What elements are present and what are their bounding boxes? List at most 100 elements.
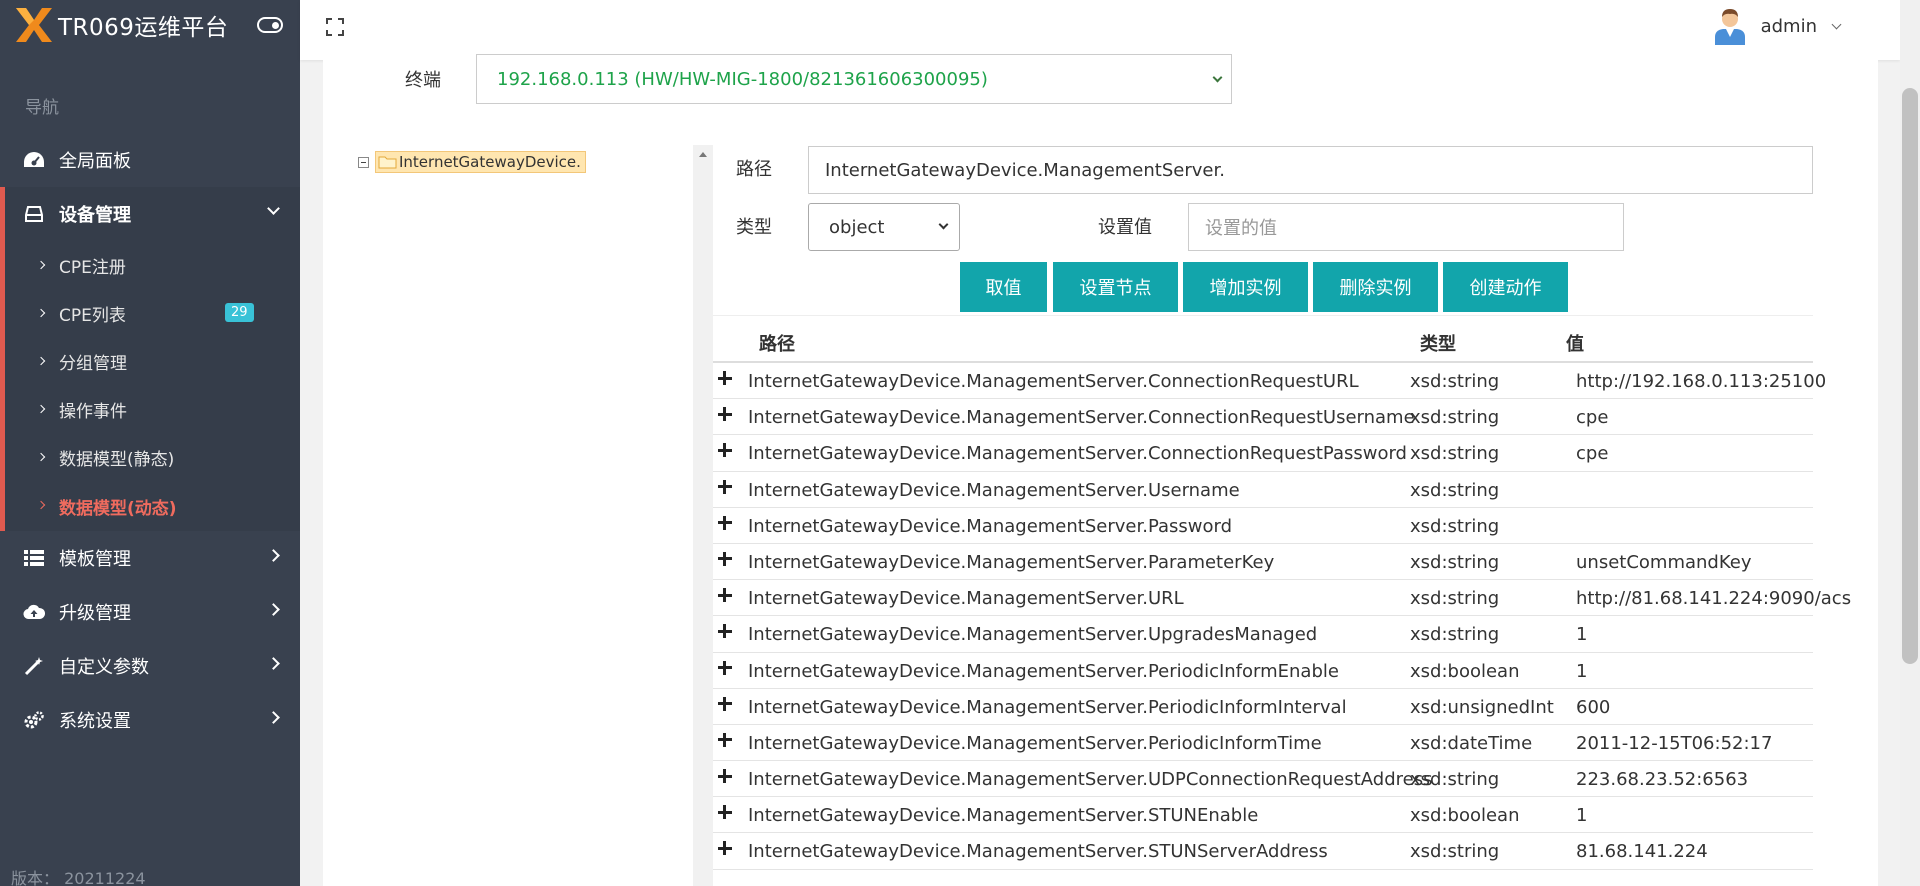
col-type: 类型	[1420, 334, 1456, 355]
cell-type: xsd:dateTime	[1410, 732, 1533, 754]
expand-plus-icon[interactable]	[718, 624, 732, 639]
expand-plus-icon[interactable]	[718, 371, 732, 385]
chevron-right-icon	[36, 404, 46, 414]
nav-item-system-settings[interactable]: 系统设置	[0, 693, 300, 747]
nav-item-device-mgmt[interactable]: 设备管理	[5, 187, 300, 241]
cell-value: 81.68.141.224	[1576, 841, 1708, 863]
nav-label-template-mgmt: 模板管理	[59, 549, 131, 570]
chevron-right-icon	[36, 452, 46, 462]
delete-instance-button[interactable]: 删除实例	[1313, 262, 1438, 312]
table-row[interactable]: InternetGatewayDevice.ManagementServer.C…	[713, 363, 1826, 400]
scroll-up-icon[interactable]	[699, 152, 707, 157]
tree-root[interactable]: InternetGatewayDevice.	[358, 151, 586, 173]
expand-plus-icon[interactable]	[718, 732, 732, 747]
type-select[interactable]: object	[808, 203, 960, 251]
setvalue-input[interactable]: 设置的值	[1188, 203, 1624, 251]
expand-plus-icon[interactable]	[718, 769, 732, 784]
table-row[interactable]: InternetGatewayDevice.ManagementServer.P…	[713, 653, 1813, 689]
expand-plus-icon[interactable]	[718, 443, 732, 458]
table-row[interactable]: InternetGatewayDevice.ManagementServer.P…	[713, 725, 1813, 762]
cell-type: xsd:string	[1410, 407, 1500, 429]
cell-path: InternetGatewayDevice.ManagementServer.U…	[748, 479, 1240, 501]
expand-plus-icon[interactable]	[718, 660, 732, 675]
cell-value: 1	[1576, 624, 1588, 646]
col-path: 路径	[759, 334, 795, 355]
expand-plus-icon[interactable]	[718, 588, 732, 603]
theme-toggle-icon[interactable]	[257, 17, 283, 33]
table-body: InternetGatewayDevice.ManagementServer.C…	[713, 363, 1851, 870]
cloud-upload-icon	[23, 601, 45, 623]
nav-header: 导航	[25, 98, 59, 118]
cell-path: InternetGatewayDevice.ManagementServer.U…	[748, 624, 1318, 646]
table-row[interactable]: InternetGatewayDevice.ManagementServer.U…	[713, 580, 1851, 617]
list-icon	[23, 547, 45, 569]
cell-path: InternetGatewayDevice.ManagementServer.C…	[748, 407, 1415, 429]
tree-node[interactable]: InternetGatewayDevice.	[375, 151, 586, 173]
sub-item-model-dynamic[interactable]: 数据模型(动态)	[5, 481, 300, 531]
cell-path: InternetGatewayDevice.ManagementServer.S…	[748, 805, 1259, 827]
version-number: 20211224	[64, 869, 146, 886]
table-row[interactable]: InternetGatewayDevice.ManagementServer.S…	[713, 833, 1813, 870]
table-row[interactable]: InternetGatewayDevice.ManagementServer.U…	[713, 761, 1813, 798]
nav-group-device: 设备管理 CPE注册 CPE列表 29 分组管理 操作事件 数据模型(静态) 数据…	[0, 187, 300, 531]
cell-value: http://192.168.0.113:25100	[1576, 371, 1827, 392]
table-row[interactable]: InternetGatewayDevice.ManagementServer.U…	[713, 616, 1813, 653]
topbar: admin	[300, 0, 1900, 60]
sub-item-model-static[interactable]: 数据模型(静态)	[5, 433, 300, 481]
table-row[interactable]: InternetGatewayDevice.ManagementServer.P…	[713, 544, 1813, 581]
get-value-button[interactable]: 取值	[960, 262, 1047, 312]
terminal-select[interactable]: 192.168.0.113 (HW/HW-MIG-1800/8213616063…	[476, 54, 1232, 104]
version-label: 版本：	[11, 869, 60, 886]
nav-label-upgrade-mgmt: 升级管理	[59, 603, 131, 624]
user-menu[interactable]: admin	[1713, 6, 1842, 46]
nav-item-upgrade-mgmt[interactable]: 升级管理	[0, 585, 300, 639]
table-row[interactable]: InternetGatewayDevice.ManagementServer.U…	[713, 472, 1813, 508]
table-row[interactable]: InternetGatewayDevice.ManagementServer.P…	[713, 508, 1813, 544]
setvalue-label: 设置值	[1098, 217, 1152, 238]
cell-type: xsd:unsignedInt	[1410, 696, 1554, 718]
cell-type: xsd:string	[1410, 443, 1500, 465]
path-label: 路径	[736, 159, 772, 180]
cell-type: xsd:string	[1410, 551, 1500, 573]
cell-path: InternetGatewayDevice.ManagementServer.C…	[748, 443, 1407, 465]
expand-plus-icon[interactable]	[718, 551, 732, 566]
expand-plus-icon[interactable]	[718, 841, 732, 856]
table-row[interactable]: InternetGatewayDevice.ManagementServer.S…	[713, 797, 1813, 834]
sub-item-cpe-list[interactable]: CPE列表 29	[5, 289, 300, 337]
expand-plus-icon[interactable]	[718, 479, 732, 494]
cell-value: unsetCommandKey	[1576, 551, 1752, 573]
cell-path: InternetGatewayDevice.ManagementServer.U…	[748, 588, 1184, 610]
table-row[interactable]: InternetGatewayDevice.ManagementServer.P…	[713, 689, 1813, 725]
expand-plus-icon[interactable]	[718, 515, 732, 530]
chevron-right-icon	[36, 500, 46, 510]
table-row[interactable]: InternetGatewayDevice.ManagementServer.C…	[713, 435, 1813, 472]
path-input[interactable]: InternetGatewayDevice.ManagementServer.	[808, 146, 1813, 194]
sub-item-events[interactable]: 操作事件	[5, 385, 300, 433]
cell-value: cpe	[1576, 443, 1609, 465]
scrollbar-thumb[interactable]	[1902, 88, 1918, 664]
fullscreen-icon[interactable]	[326, 18, 344, 36]
sub-item-cpe-register[interactable]: CPE注册	[5, 241, 300, 289]
chevron-right-icon	[267, 711, 280, 724]
create-action-button[interactable]: 创建动作	[1443, 262, 1568, 312]
table-row[interactable]: InternetGatewayDevice.ManagementServer.C…	[713, 399, 1813, 436]
expand-plus-icon[interactable]	[718, 696, 732, 711]
cell-path: InternetGatewayDevice.ManagementServer.P…	[748, 515, 1233, 537]
sub-label: 操作事件	[59, 401, 127, 422]
page-scrollbar[interactable]	[1900, 0, 1920, 886]
nav-item-custom-params[interactable]: 自定义参数	[0, 639, 300, 693]
splitter-scrollbar[interactable]	[693, 145, 713, 886]
add-instance-button[interactable]: 增加实例	[1183, 262, 1308, 312]
expand-plus-icon[interactable]	[718, 407, 732, 422]
path-value: InternetGatewayDevice.ManagementServer.	[825, 159, 1225, 181]
cell-path: InternetGatewayDevice.ManagementServer.P…	[748, 660, 1339, 682]
collapse-icon[interactable]	[358, 156, 369, 168]
sub-item-group-mgmt[interactable]: 分组管理	[5, 337, 300, 385]
nav-item-template-mgmt[interactable]: 模板管理	[0, 531, 300, 585]
set-node-button[interactable]: 设置节点	[1053, 262, 1178, 312]
username: admin	[1760, 15, 1817, 37]
sub-label: 分组管理	[59, 353, 127, 374]
dashboard-icon	[23, 149, 45, 171]
expand-plus-icon[interactable]	[718, 805, 732, 820]
nav-item-dashboard[interactable]: 全局面板	[0, 133, 300, 187]
